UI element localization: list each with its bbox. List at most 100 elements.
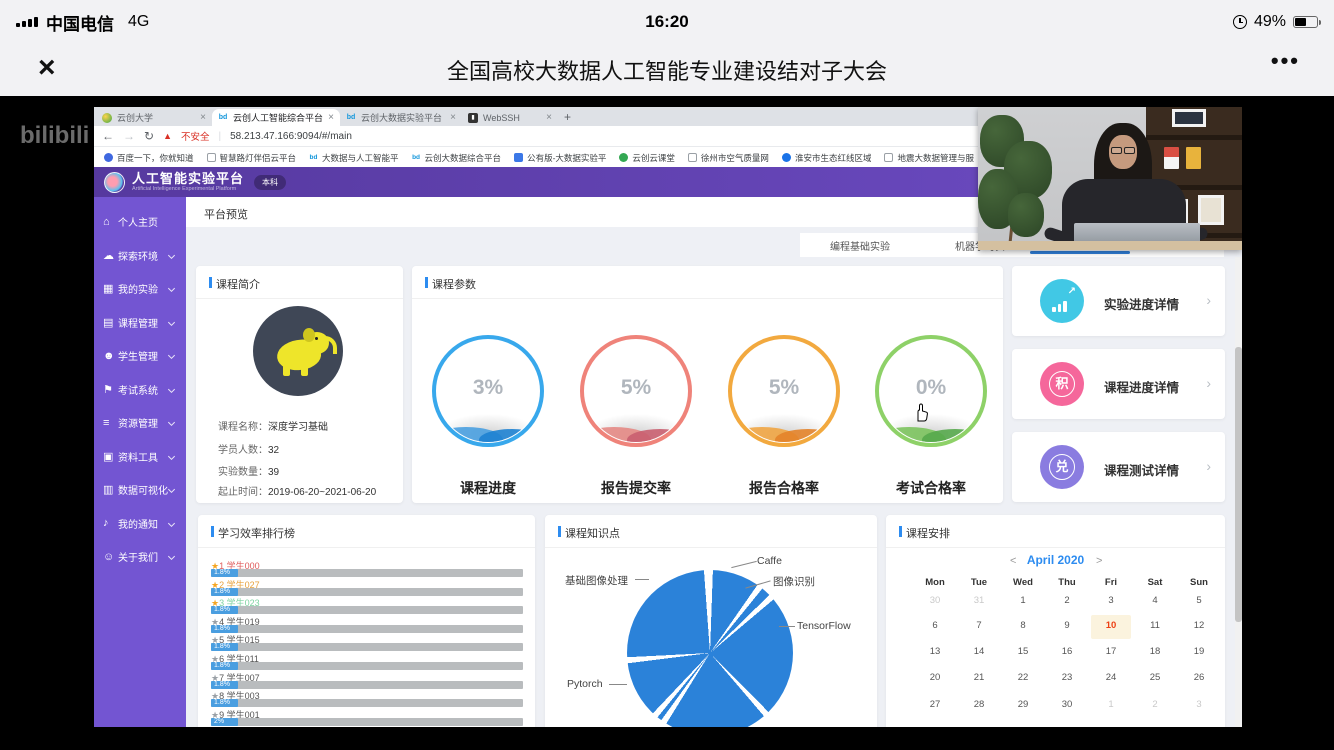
home-icon: ⌂ [103, 216, 118, 228]
detail-card-实验进度详情[interactable]: ↗实验进度详情› [1012, 266, 1225, 336]
more-options-button[interactable]: ••• [1271, 48, 1300, 74]
browser-tab[interactable]: bd云创大数据实验平台× [340, 109, 462, 126]
bookmark-item[interactable]: 百度一下，你就知道 [104, 152, 194, 164]
browser-tab[interactable]: ▮WebSSH× [462, 109, 558, 126]
chevron-right-icon[interactable]: › [1206, 458, 1211, 474]
reload-button[interactable]: ↻ [144, 129, 154, 143]
video-player[interactable]: bilibili 云创大学×bd云创人工智能综合平台×bd云创大数据实验平台×▮… [0, 96, 1334, 750]
calendar-day[interactable]: 8 [1006, 620, 1040, 631]
tab-close-icon[interactable]: × [546, 112, 552, 123]
sidebar-item-数据可视化[interactable]: ▥数据可视化 [94, 473, 186, 507]
calendar-day[interactable]: 13 [918, 646, 952, 657]
calendar-day[interactable]: 12 [1182, 620, 1216, 631]
bookmark-item[interactable]: 云创云课堂 [619, 152, 675, 164]
calendar-day[interactable]: 29 [1006, 699, 1040, 710]
bookmark-item[interactable]: bd大数据与人工智能平 [309, 152, 399, 164]
calendar-day[interactable]: 2 [1138, 699, 1172, 710]
calendar-day[interactable]: 1 [1094, 699, 1128, 710]
bookmark-item[interactable]: 淮安市生态红线区域 [782, 152, 872, 164]
calendar-day[interactable]: 21 [962, 672, 996, 683]
ranking-bar-track: 1.8% [211, 588, 523, 596]
ranking-bar-value: 1.8% [211, 588, 238, 596]
chevron-right-icon[interactable]: › [1206, 375, 1211, 391]
terminal-icon: ▮ [468, 113, 478, 123]
sidebar-nav: ⌂个人主页☁探索环境▦我的实验▤课程管理☻学生管理⚑考试系统≡资源管理▣资料工具… [94, 197, 186, 727]
forward-button[interactable]: → [123, 129, 135, 143]
bookmark-item[interactable]: 徐州市空气质量网 [688, 152, 769, 164]
calendar-day[interactable]: 31 [962, 595, 996, 606]
glasses-icon [1111, 147, 1135, 154]
calendar-day[interactable]: 23 [1050, 672, 1084, 683]
bookmark-item[interactable]: 地震大数据管理与服 [884, 152, 974, 164]
sidebar-item-课程管理[interactable]: ▤课程管理 [94, 306, 186, 340]
calendar-day[interactable]: 20 [918, 672, 952, 683]
detail-card-label: 实验进度详情 [1104, 294, 1179, 313]
calendar-day[interactable]: 30 [1050, 699, 1084, 710]
sidebar-item-探索环境[interactable]: ☁探索环境 [94, 239, 186, 273]
ranking-bar-track: 1.8% [211, 625, 523, 633]
book-icon: ▤ [103, 316, 118, 329]
browser-tab[interactable]: bd云创人工智能综合平台× [212, 109, 340, 126]
calendar-day-header: Thu [1050, 577, 1084, 588]
chevron-down-icon [168, 453, 175, 460]
sidebar-item-我的实验[interactable]: ▦我的实验 [94, 272, 186, 306]
field-label: 课程名称： [218, 422, 268, 433]
calendar-day[interactable]: 26 [1182, 672, 1216, 683]
detail-card-课程进度详情[interactable]: 积课程进度详情› [1012, 349, 1225, 419]
calendar-next-button[interactable]: > [1096, 555, 1102, 567]
content-tab[interactable]: 编程基础实验 [800, 238, 920, 253]
calendar-day[interactable]: 6 [918, 620, 952, 631]
new-tab-button[interactable]: + [564, 110, 571, 124]
sidebar-item-资料工具[interactable]: ▣资料工具 [94, 440, 186, 474]
calendar-day[interactable]: 25 [1138, 672, 1172, 683]
sidebar-item-考试系统[interactable]: ⚑考试系统 [94, 373, 186, 407]
calendar-day[interactable]: 5 [1182, 595, 1216, 606]
bookmark-item[interactable]: 公有版-大数据实验平 [514, 152, 606, 164]
bd-logo-icon: bd [346, 113, 356, 123]
calendar-day[interactable]: 3 [1094, 595, 1128, 606]
calendar-day[interactable]: 22 [1006, 672, 1040, 683]
sidebar-item-学生管理[interactable]: ☻学生管理 [94, 339, 186, 373]
scrollbar-thumb[interactable] [1235, 347, 1242, 622]
calendar-day[interactable]: 18 [1138, 646, 1172, 657]
calendar-day[interactable]: 19 [1182, 646, 1216, 657]
calendar-day[interactable]: 24 [1094, 672, 1128, 683]
calendar-day[interactable]: 9 [1050, 620, 1084, 631]
calendar-day[interactable]: 30 [918, 595, 952, 606]
calendar-day[interactable]: 2 [1050, 595, 1084, 606]
calendar-day[interactable]: 28 [962, 699, 996, 710]
sidebar-item-关于我们[interactable]: ☺关于我们 [94, 540, 186, 574]
sidebar-item-我的通知[interactable]: ♪我的通知 [94, 507, 186, 541]
bookmark-item[interactable]: 智慧路灯伴侣云平台 [207, 152, 297, 164]
calendar-day[interactable]: 7 [962, 620, 996, 631]
bar [1058, 304, 1062, 312]
calendar-day[interactable]: 27 [918, 699, 952, 710]
calendar-day[interactable]: 4 [1138, 595, 1172, 606]
ranking-bar-track: 1.8% [211, 569, 523, 577]
tab-close-icon[interactable]: × [328, 112, 334, 123]
calendar-day-header: Sat [1138, 577, 1172, 588]
calendar-day[interactable]: 10 [1094, 620, 1128, 631]
calendar-day[interactable]: 11 [1138, 620, 1172, 631]
sidebar-item-个人主页[interactable]: ⌂个人主页 [94, 205, 186, 239]
field-label: 起止时间： [218, 487, 268, 498]
app-icon [514, 153, 523, 162]
tab-close-icon[interactable]: × [450, 112, 456, 123]
calendar-day[interactable]: 3 [1182, 699, 1216, 710]
back-button[interactable]: ← [102, 129, 114, 143]
calendar-day[interactable]: 15 [1006, 646, 1040, 657]
sidebar-item-资源管理[interactable]: ≡资源管理 [94, 406, 186, 440]
address-bar-url[interactable]: 58.213.47.166:9094/#/main [230, 131, 352, 142]
calendar-day[interactable]: 17 [1094, 646, 1128, 657]
detail-card-课程测试详情[interactable]: 兑课程测试详情› [1012, 432, 1225, 502]
chevron-down-icon [168, 252, 175, 259]
knowledge-pie-card: 课程知识点 Caffe图像识别TensorFlowPytorch基础图像处理 [545, 515, 877, 727]
calendar-day[interactable]: 1 [1006, 595, 1040, 606]
browser-tab[interactable]: 云创大学× [96, 109, 212, 126]
chevron-right-icon[interactable]: › [1206, 292, 1211, 308]
ranking-bar-value: 1.8% [211, 699, 238, 707]
calendar-day[interactable]: 14 [962, 646, 996, 657]
calendar-day[interactable]: 16 [1050, 646, 1084, 657]
tab-close-icon[interactable]: × [200, 112, 206, 123]
bookmark-item[interactable]: bd云创大数据综合平台 [412, 152, 502, 164]
